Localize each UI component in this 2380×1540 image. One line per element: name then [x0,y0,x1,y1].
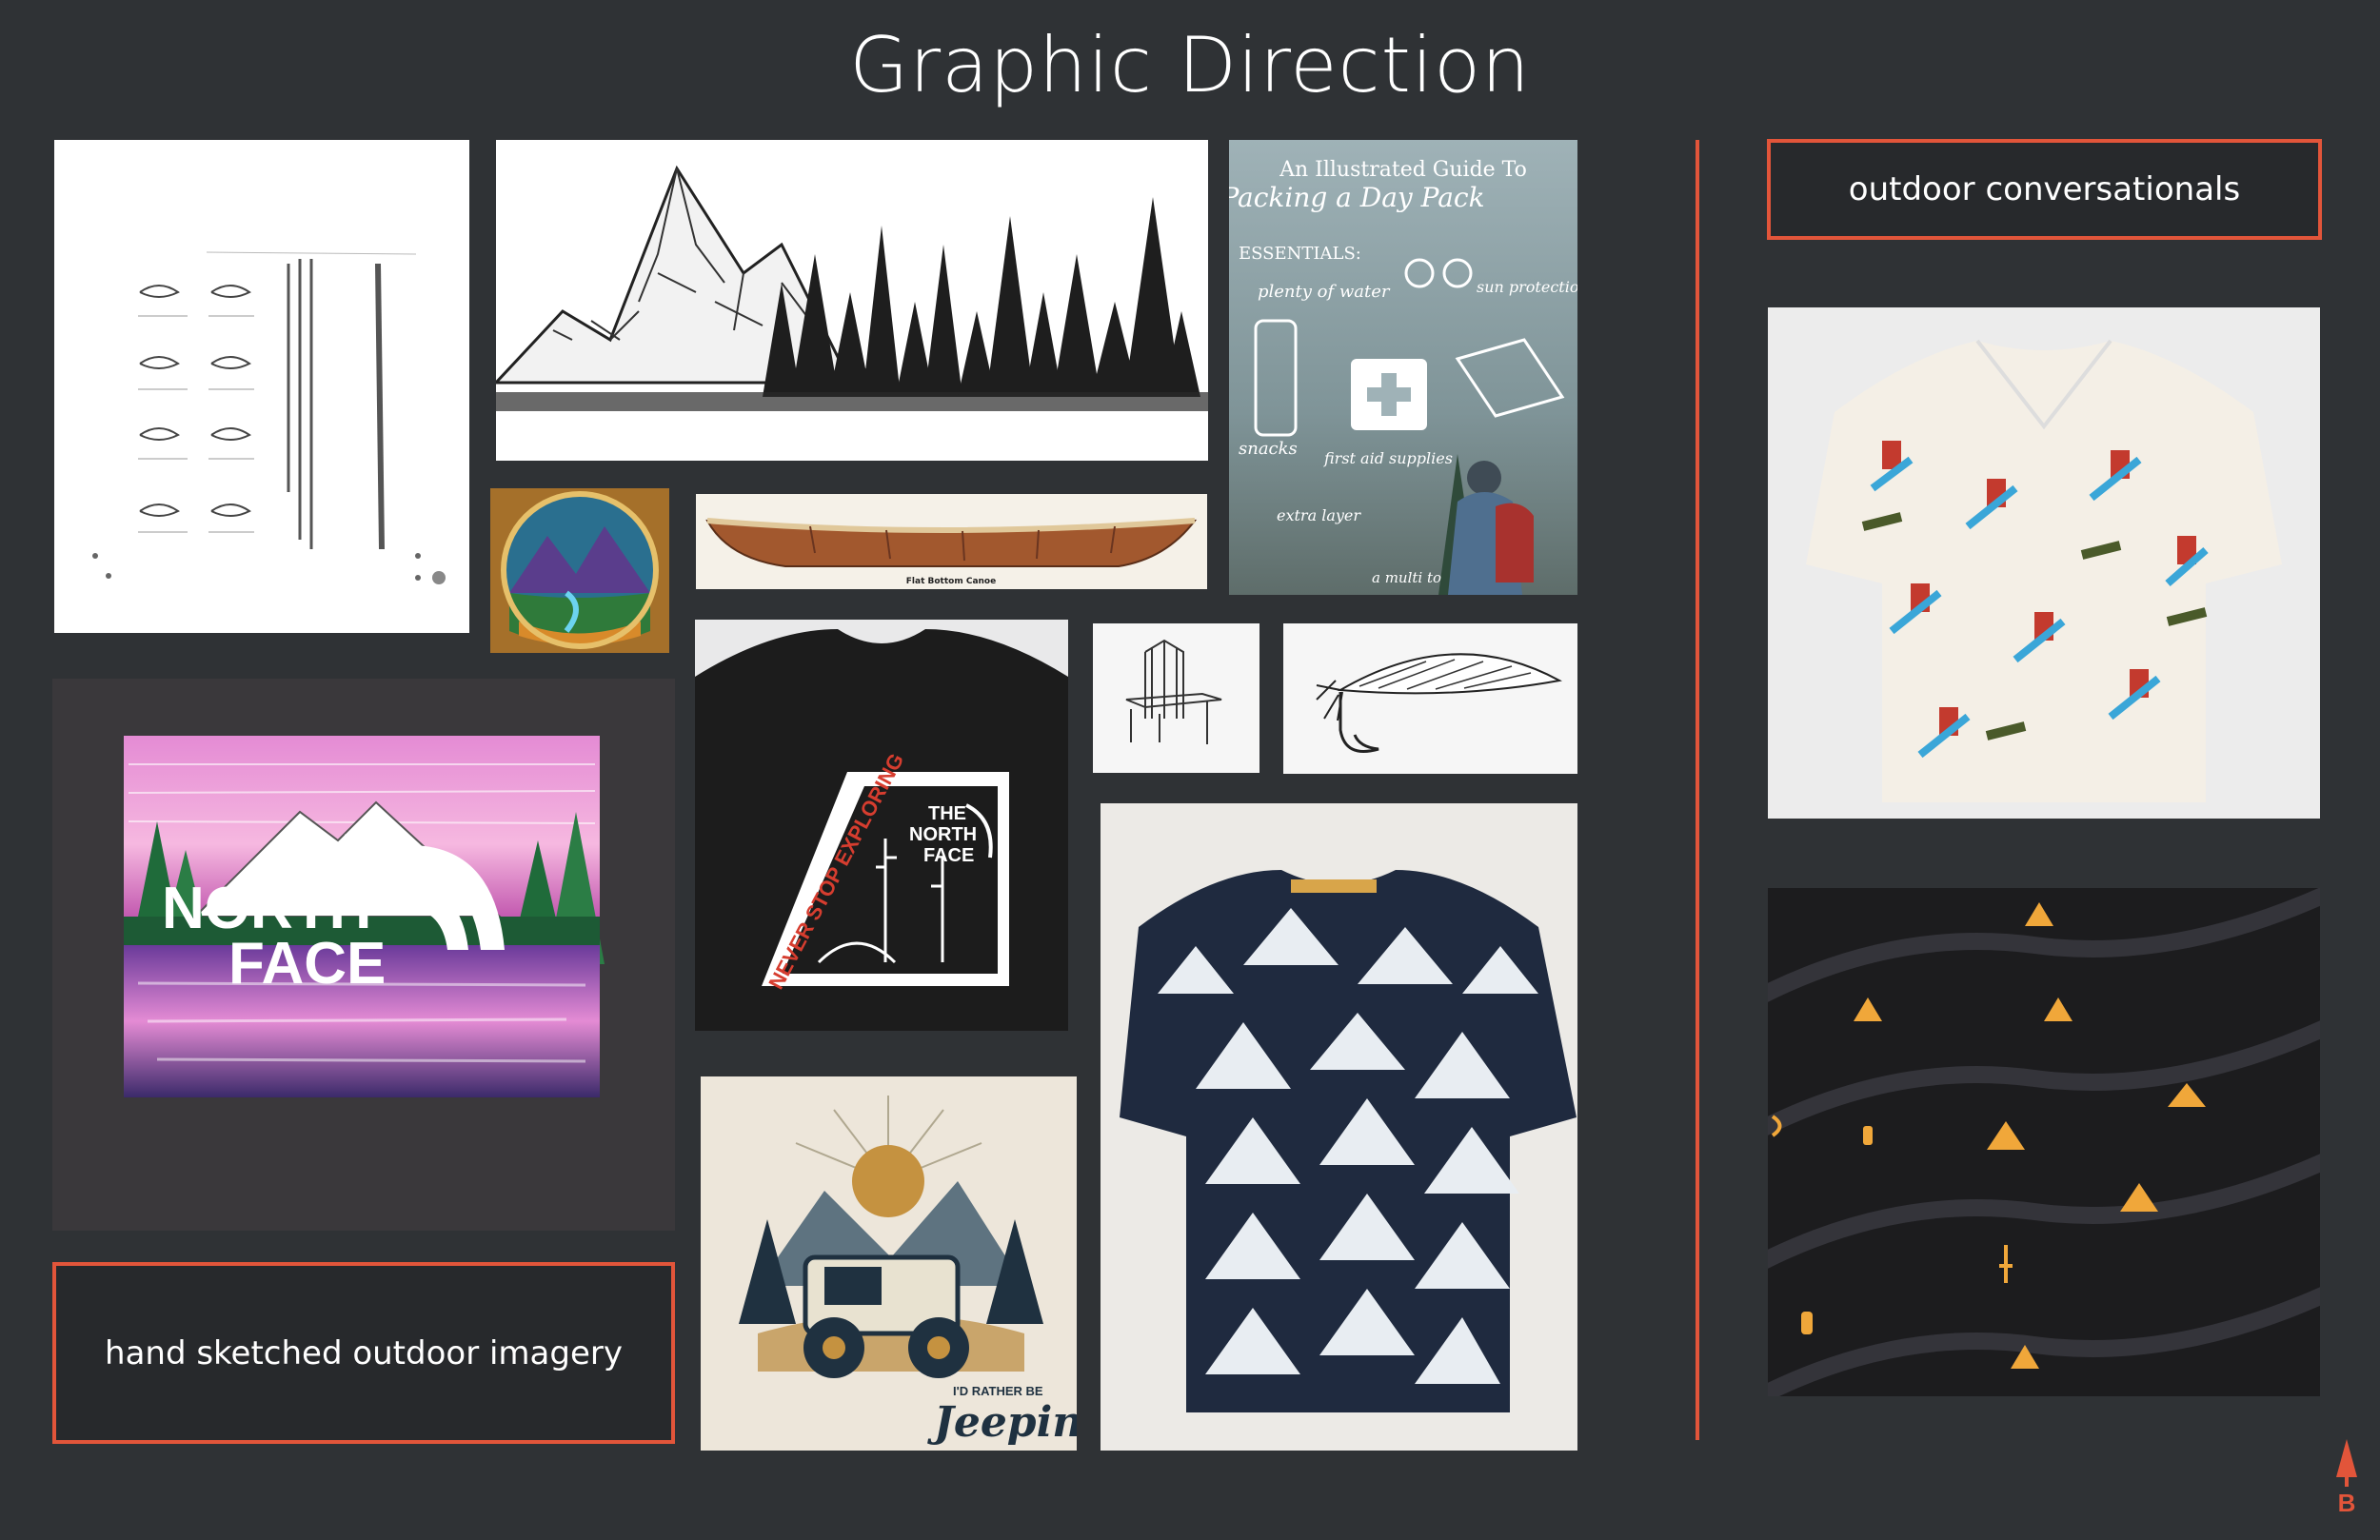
adirondack-chair-sketch-image [1093,623,1259,773]
tent-icon [2025,902,2053,926]
tnf-face: FACE [228,931,386,997]
canoe-illustration-image: Flat Bottom Canoe [696,494,1207,589]
hand-sketched-label-text: hand sketched outdoor imagery [105,1333,623,1372]
back-tee-face: FACE [923,845,974,866]
mountain-icon [1987,1121,2025,1150]
outdoor-conversationals-label: outdoor conversationals [1767,139,2322,240]
hook-icon [1339,692,1379,753]
snacks-label: snacks [1239,439,1298,459]
sun-icon [852,1145,924,1217]
jeeping-illustration-image: I'D RATHER BE Jeeping [701,1076,1077,1451]
hand-sketched-label: hand sketched outdoor imagery [52,1262,675,1444]
tree-icon [2336,1439,2357,1477]
day-pack-guide-image: An Illustrated Guide To Packing a Day Pa… [1229,140,1577,595]
canoe-caption: Flat Bottom Canoe [906,577,996,586]
bottle-icon [1254,319,1298,437]
layer-label: extra layer [1277,506,1361,524]
brand-logo-letter: B [2338,1489,2356,1515]
water-label: plenty of water [1258,282,1391,302]
round-landscape-badge-image [490,488,669,653]
section-divider [1696,140,1699,1440]
jeeping-script-text: Jeeping [927,1398,1077,1447]
back-tee-the: THE [928,803,966,824]
mountain-forest-sketch-image [496,140,1208,461]
back-tee-north: NORTH [909,824,977,845]
puffer-print-fabric-image [1768,888,2320,1396]
day-pack-heading-2: Packing a Day Pack [1229,182,1485,213]
printed-camp-shirt-image [1768,307,2320,819]
campfire-icon [2168,1083,2206,1107]
fly-fishing-chart-image [54,140,469,633]
map-icon [1455,338,1565,418]
north-face-tee-image: THE NORTH FACE [52,679,675,1231]
day-pack-heading-1: An Illustrated Guide To [1279,158,1527,182]
jeeping-small-text: I'D RATHER BE [953,1384,1043,1398]
sun-label: sun protection [1477,278,1577,296]
mountain-print-tee-image [1101,803,1577,1451]
outdoor-conversationals-label-text: outdoor conversationals [1848,170,2241,208]
fishing-fly-sketch-image [1283,623,1577,774]
page-title: Graphic Direction [849,21,1531,109]
lantern-icon [1801,1312,1813,1334]
essentials-label: ESSENTIALS: [1239,244,1361,264]
brand-logo: B [2332,1439,2361,1517]
first-aid-label: first aid supplies [1323,449,1453,467]
back-print-tee-image: THE NORTH FACE NEVER STOP EXPLORING [695,620,1068,1031]
